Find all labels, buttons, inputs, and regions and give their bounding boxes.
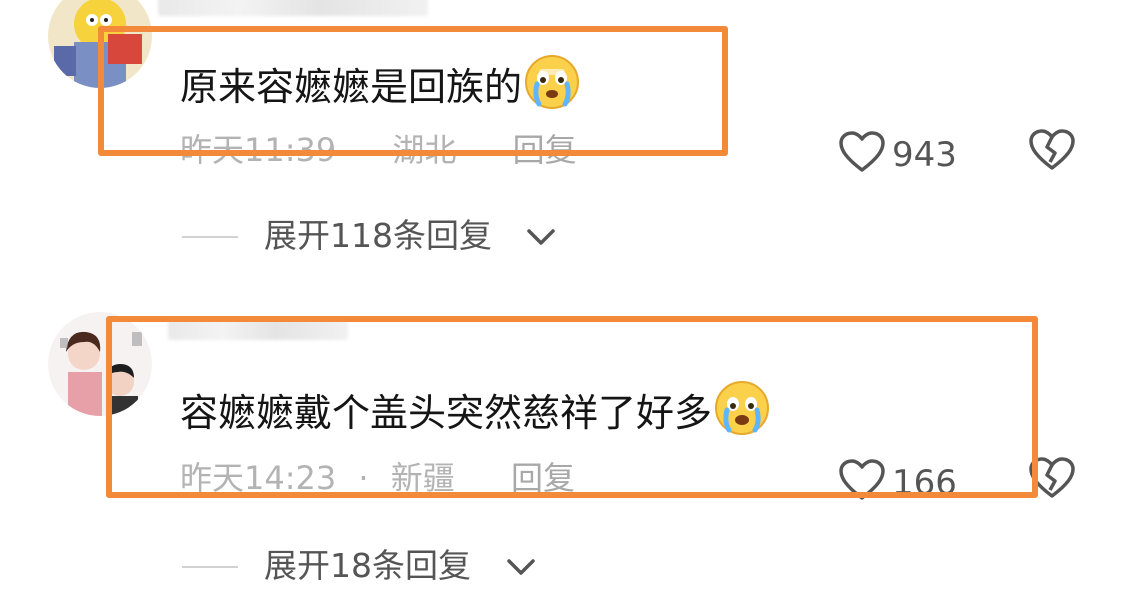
- comment-text: 容嬷嬷戴个盖头突然慈祥了好多: [180, 380, 770, 437]
- avatar[interactable]: [48, 312, 152, 416]
- comment-meta: 昨天14:23 · 新疆 回复: [180, 458, 575, 498]
- crying-face-emoji: [524, 54, 580, 110]
- like-button[interactable]: 943: [838, 130, 957, 175]
- dislike-button[interactable]: [1028, 456, 1076, 504]
- like-count: 943: [892, 135, 957, 175]
- crying-face-emoji: [714, 380, 770, 436]
- divider-line: [182, 566, 238, 568]
- comment-time: 昨天14:23: [180, 459, 337, 497]
- avatar[interactable]: [48, 0, 152, 88]
- expand-replies-button[interactable]: 展开118条回复: [264, 216, 492, 256]
- heart-outline-icon: [839, 131, 885, 172]
- comment-location: 湖北: [392, 131, 457, 169]
- like-button[interactable]: 166: [838, 458, 957, 503]
- broken-heart-icon: [1029, 129, 1075, 170]
- username-blurred[interactable]: [158, 0, 428, 16]
- comment-body: 原来容嬷嬷是回族的: [180, 65, 523, 109]
- expand-replies-button[interactable]: 展开18条回复: [264, 546, 471, 586]
- reply-button[interactable]: 回复: [511, 458, 575, 498]
- comment-time: 昨天11:39: [180, 131, 337, 169]
- comment-meta: 昨天11:39 湖北 回复: [180, 130, 577, 170]
- divider-line: [182, 236, 238, 238]
- username-blurred[interactable]: [168, 318, 348, 340]
- chevron-down-icon[interactable]: [526, 226, 556, 248]
- comment-body: 容嬷嬷戴个盖头突然慈祥了好多: [180, 391, 713, 435]
- meta-separator: ·: [358, 459, 369, 497]
- expand-replies-label: 展开118条回复: [264, 216, 492, 255]
- like-count: 166: [892, 463, 957, 503]
- comment-location: 新疆: [390, 459, 455, 497]
- broken-heart-icon: [1029, 457, 1075, 498]
- reply-button[interactable]: 回复: [513, 130, 577, 170]
- expand-replies-label: 展开18条回复: [264, 546, 471, 585]
- comment-text: 原来容嬷嬷是回族的: [180, 54, 580, 111]
- chevron-down-icon[interactable]: [506, 556, 536, 578]
- heart-outline-icon: [839, 459, 885, 500]
- dislike-button[interactable]: [1028, 128, 1076, 176]
